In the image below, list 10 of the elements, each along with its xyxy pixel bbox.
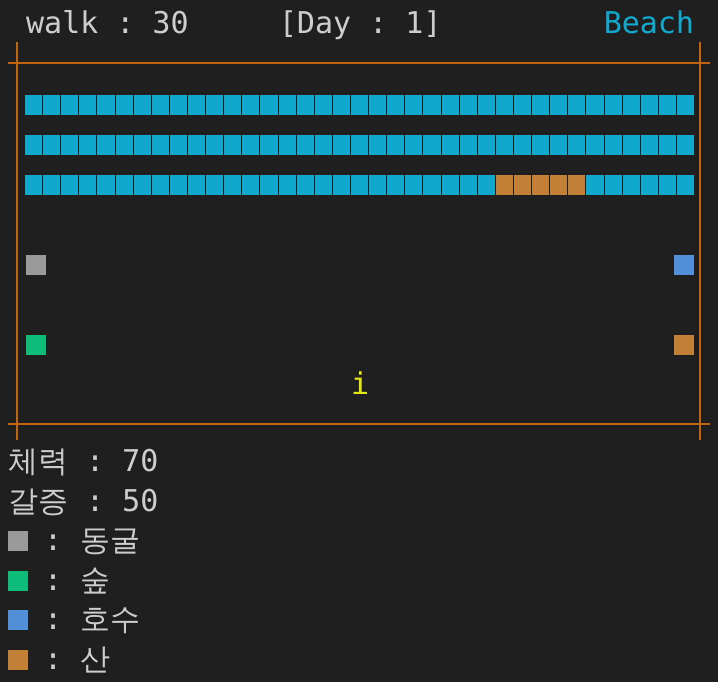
location-label: Beach <box>604 6 694 42</box>
legend-label: : 호수 <box>44 601 140 640</box>
legend-label: : 동굴 <box>44 522 140 560</box>
player-marker: i <box>350 367 370 403</box>
legend-label: : 산 <box>44 640 110 679</box>
stat-line: 갈증 : 50 <box>8 482 158 521</box>
day-counter: [Day : 1] <box>278 6 442 42</box>
stat-line: 체력 : 70 <box>8 443 158 481</box>
walk-counter: walk : 30 <box>26 6 190 42</box>
legend-label: : 숲 <box>44 562 110 600</box>
